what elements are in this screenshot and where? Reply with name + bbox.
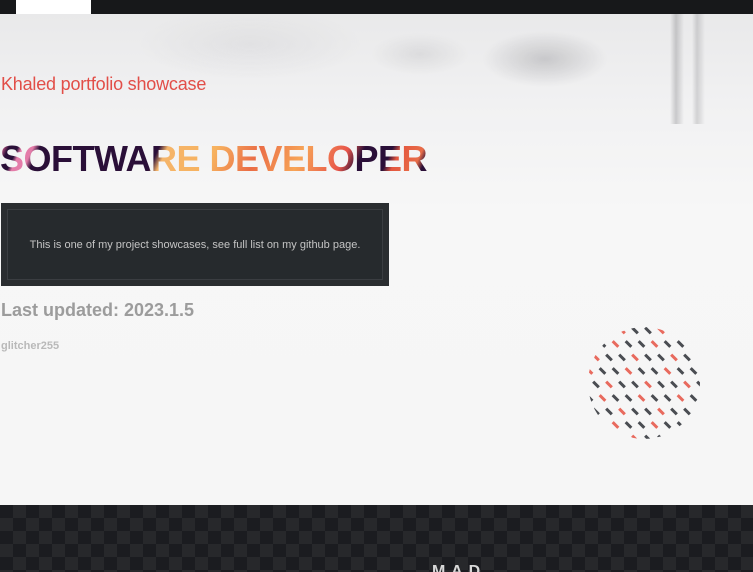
footer-section: M A D (0, 505, 753, 572)
last-updated-text: Last updated: 2023.1.5 (1, 300, 195, 320)
footer-heading: M A D (432, 563, 482, 572)
page-headline: SOFTWARE DEVELOPER (0, 138, 428, 179)
top-navigation-bar (0, 0, 753, 14)
dot-pattern-decoration (588, 327, 700, 439)
active-nav-tab[interactable] (16, 0, 91, 14)
hero-background-photo (0, 14, 753, 124)
author-name: glitcher255 (1, 340, 60, 352)
page-subtitle: Khaled portfolio showcase (1, 74, 207, 94)
info-note-text: This is one of my project showcases, see… (7, 209, 383, 280)
info-note-box: This is one of my project showcases, see… (1, 203, 389, 286)
